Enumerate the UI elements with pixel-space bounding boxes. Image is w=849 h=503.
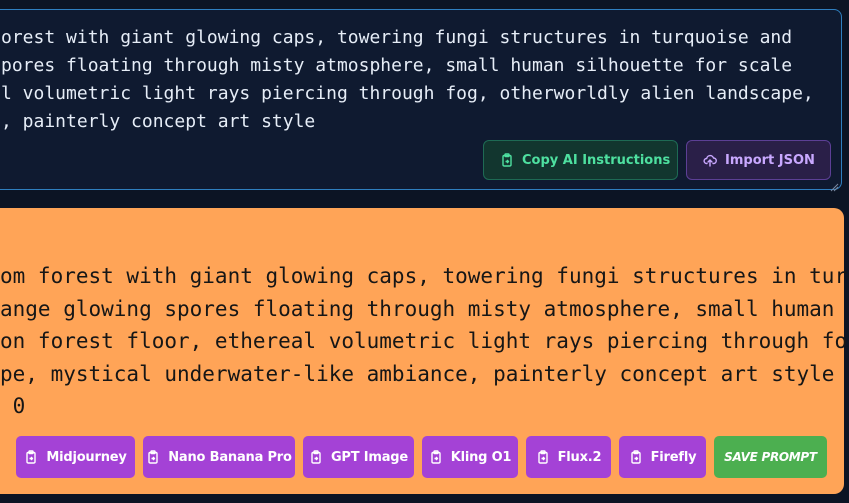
clipboard-copy-icon [309,450,323,464]
editor-line: l volumetric light rays piercing through… [1,83,814,104]
save-prompt-label: SAVE PROMPT [724,450,817,464]
editor-line: , painterly concept art style [1,111,316,132]
editor-line: pores floating through misty atmosphere,… [1,55,793,76]
editor-line: orest with giant glowing caps, towering … [1,27,793,48]
clipboard-copy-icon [500,153,514,167]
kling-o1-label: Kling O1 [450,449,512,465]
save-prompt-button[interactable]: SAVE PROMPT [714,436,827,478]
cloud-upload-icon [703,153,717,167]
firefly-button[interactable]: Firefly [619,436,706,478]
clipboard-copy-icon [146,450,160,464]
copy-ai-instructions-label: Copy AI Instructions [522,152,671,168]
clipboard-copy-icon [536,450,550,464]
generated-prompt-text: om forest with giant glowing caps, tower… [0,260,849,423]
kling-o1-button[interactable]: Kling O1 [422,436,518,478]
flux-2-button[interactable]: Flux.2 [526,436,611,478]
import-json-button[interactable]: Import JSON [686,140,831,180]
nano-banana-pro-button[interactable]: Nano Banana Pro [143,436,295,478]
nano-banana-pro-label: Nano Banana Pro [168,449,292,465]
result-line: on forest floor, ethereal volumetric lig… [0,329,848,353]
firefly-label: Firefly [650,449,697,465]
result-line: ange glowing spores floating through mis… [0,296,849,321]
clipboard-copy-icon [429,450,443,464]
midjourney-button[interactable]: Midjourney [16,436,135,478]
flux-2-label: Flux.2 [557,449,602,465]
result-line: pe, mystical underwater-like ambiance, p… [0,361,849,386]
gpt-image-button[interactable]: GPT Image [303,436,414,478]
result-line: 0 [0,394,26,418]
clipboard-copy-icon [629,450,643,464]
import-json-label: Import JSON [725,152,815,168]
gpt-image-label: GPT Image [330,449,409,465]
clipboard-copy-icon [24,450,38,464]
resize-handle-icon[interactable] [829,177,839,192]
prompt-editor-text[interactable]: orest with giant glowing caps, towering … [1,24,849,136]
midjourney-label: Midjourney [46,449,127,465]
result-line: om forest with giant glowing caps, tower… [0,264,849,288]
copy-ai-instructions-button[interactable]: Copy AI Instructions [483,140,678,180]
